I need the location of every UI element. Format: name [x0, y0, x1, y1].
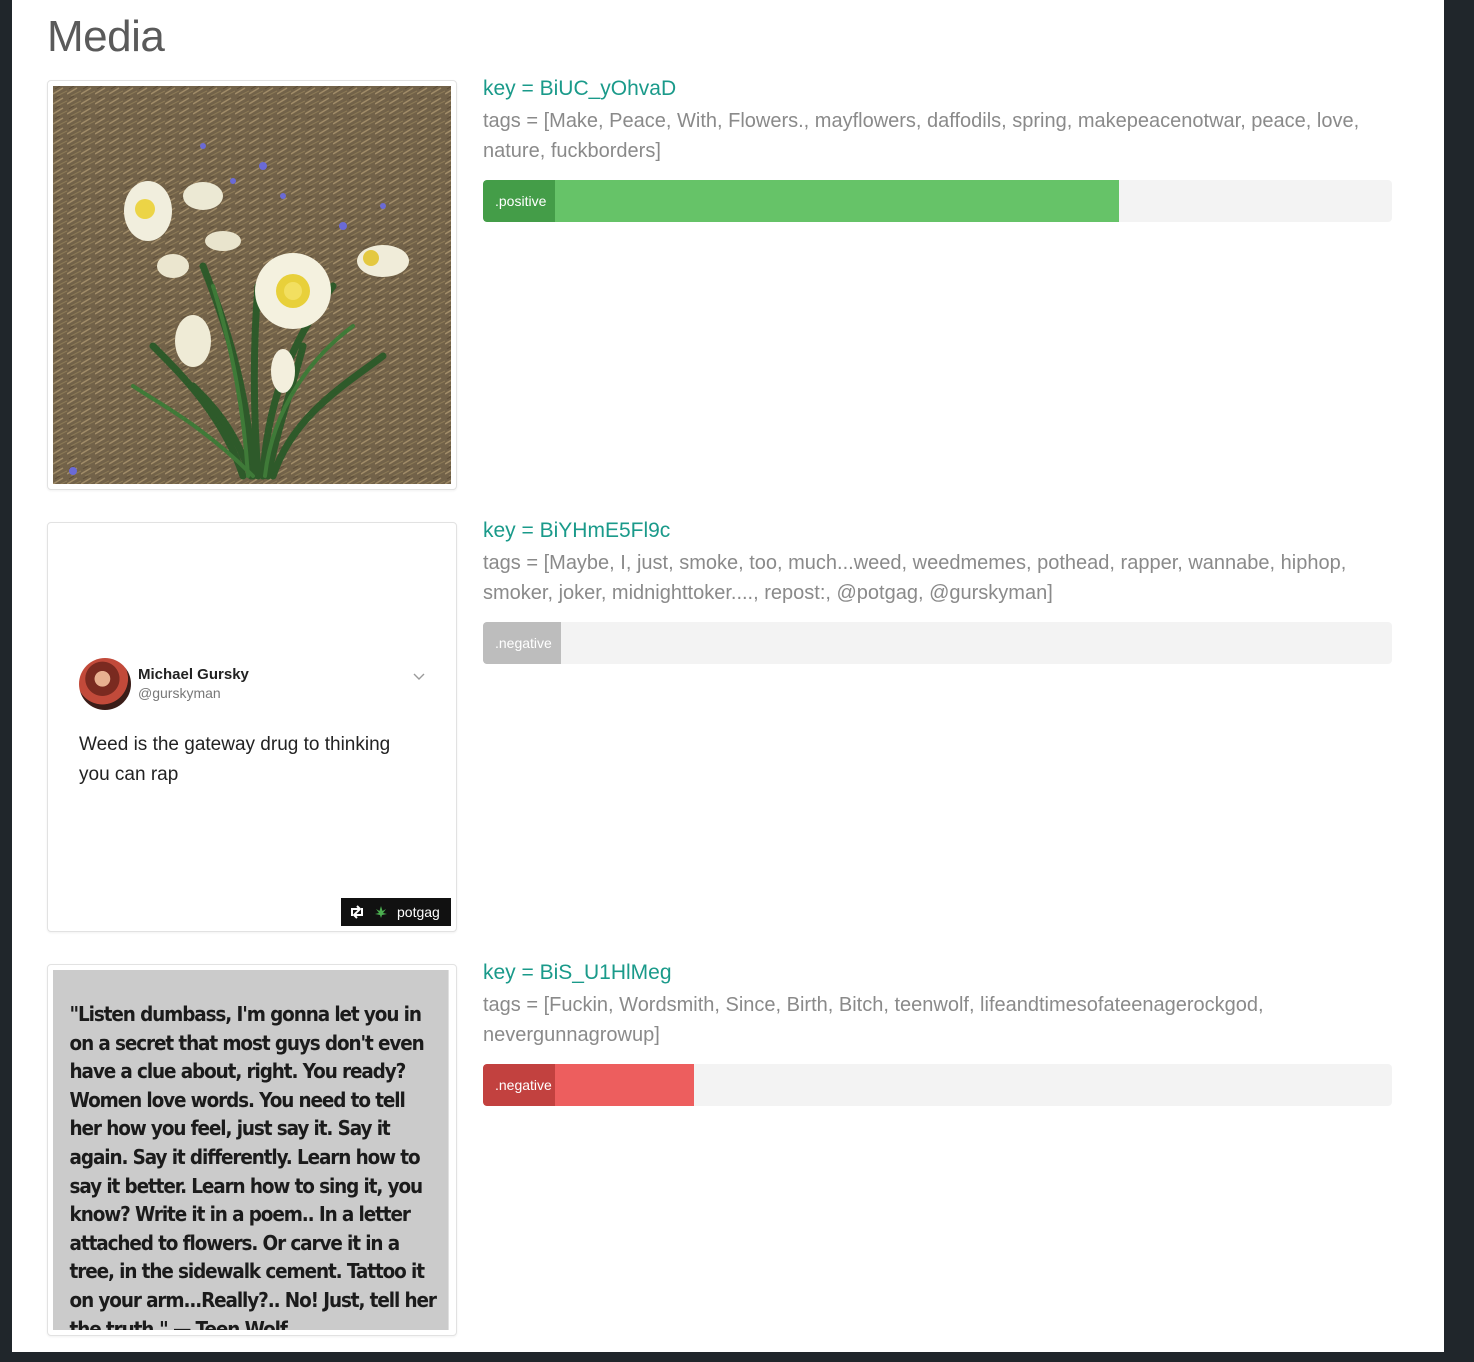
tweet-text: Weed is the gateway drug to thinking you… — [79, 734, 391, 785]
media-panel: Media key = BiUC_yOhvaD tags = [Make, Pe… — [12, 0, 1444, 1352]
quote-text: "Listen dumbass, I'm gonna let you in on… — [53, 970, 449, 1330]
media-tags: tags = [Fuckin, Wordsmith, Since, Birth,… — [483, 994, 1264, 1046]
media-info: key = BiYHmE5Fl9c tags = [Maybe, I, just… — [483, 519, 1393, 664]
sentiment-bar: .negative — [483, 1064, 1392, 1106]
media-info: key = BiUC_yOhvaD tags = [Make, Peace, W… — [483, 77, 1393, 222]
media-info: key = BiS_U1HlMeg tags = [Fuckin, Wordsm… — [483, 961, 1393, 1106]
regram-account: potgag — [397, 904, 440, 920]
daffodil-photo — [53, 86, 451, 484]
media-thumbnail[interactable]: Michael Gursky @gurskyman Weed is the ga… — [47, 522, 457, 932]
sentiment-bar-fill — [483, 180, 1120, 222]
media-key: key = BiUC_yOhvaD — [483, 77, 677, 100]
repost-icon — [351, 905, 363, 919]
daffodil-photo-art — [53, 86, 451, 484]
avatar — [79, 658, 131, 710]
sentiment-bar: .negative — [483, 622, 1392, 664]
media-key: key = BiS_U1HlMeg — [483, 961, 672, 984]
chevron-down-icon — [413, 668, 425, 684]
regram-badge: potgag — [341, 898, 451, 926]
media-tags: tags = [Maybe, I, just, smoke, too, much… — [483, 552, 1347, 604]
sentiment-bar: .positive — [483, 180, 1392, 222]
media-key: key = BiYHmE5Fl9c — [483, 519, 671, 542]
sentiment-label: .negative — [483, 622, 555, 664]
sentiment-label: .positive — [483, 180, 555, 222]
media-tags: tags = [Make, Peace, With, Flowers., may… — [483, 110, 1360, 162]
potgag-logo-icon — [375, 906, 387, 918]
quote-image: "Listen dumbass, I'm gonna let you in on… — [53, 970, 451, 1330]
tweet-author-handle: @gurskyman — [138, 685, 221, 701]
tweet-author-name: Michael Gursky — [138, 666, 249, 683]
page-title: Media — [47, 12, 165, 61]
tweet-screenshot: Michael Gursky @gurskyman Weed is the ga… — [53, 528, 451, 926]
sentiment-label: .negative — [483, 1064, 555, 1106]
media-thumbnail[interactable] — [47, 80, 457, 490]
media-thumbnail[interactable]: "Listen dumbass, I'm gonna let you in on… — [47, 964, 457, 1336]
